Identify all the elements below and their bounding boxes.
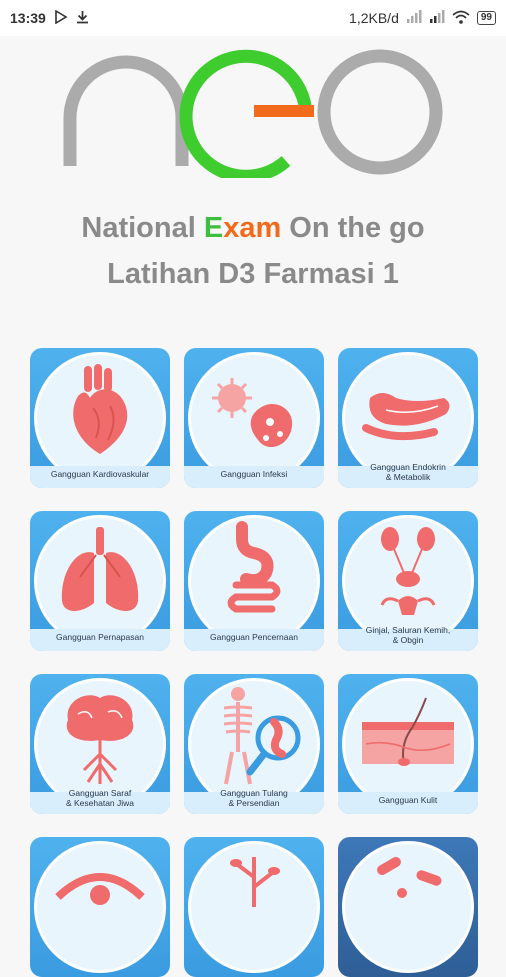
- category-tile-partial[interactable]: [338, 837, 478, 977]
- logo-text: neo: [58, 46, 60, 47]
- category-label: Gangguan Tulang & Persendian: [220, 788, 288, 808]
- signal-icon-2: [429, 10, 445, 26]
- category-label: Gangguan Endokrin & Metabolik: [370, 462, 446, 482]
- category-label: Gangguan Saraf & Kesehatan Jiwa: [65, 788, 135, 808]
- play-store-icon: [54, 9, 68, 27]
- category-tile-partial[interactable]: [184, 837, 324, 977]
- title-exam-e: E: [203, 212, 224, 244]
- category-tile[interactable]: Gangguan Pernapasan: [30, 511, 170, 651]
- status-time: 13:39: [10, 10, 46, 26]
- category-tile-partial[interactable]: [30, 837, 170, 977]
- battery-indicator: 99: [476, 11, 496, 25]
- category-tile[interactable]: Ginjal, Saluran Kemih, & Obgin: [338, 511, 478, 651]
- category-label: Gangguan Infeksi: [220, 469, 288, 479]
- download-icon: [76, 10, 89, 27]
- category-tile[interactable]: Gangguan Endokrin & Metabolik: [338, 348, 478, 488]
- category-tile[interactable]: Gangguan Kardiovaskular: [30, 348, 170, 488]
- title-part-national: National: [81, 212, 204, 244]
- category-label: Gangguan Kardiovaskular: [50, 469, 150, 479]
- category-tile[interactable]: Gangguan Tulang & Persendian: [184, 674, 324, 814]
- net-speed: 1,2KB/d: [349, 10, 399, 26]
- category-label: Gangguan Kulit: [378, 795, 438, 805]
- status-bar: 13:39 1,2KB/d 99: [0, 0, 506, 36]
- app-title: National Exam On the go: [0, 212, 506, 245]
- category-tile[interactable]: Gangguan Infeksi: [184, 348, 324, 488]
- category-tile[interactable]: Gangguan Pencernaan: [184, 511, 324, 651]
- category-label: Gangguan Pernapasan: [56, 632, 144, 642]
- neo-logo: neo: [58, 46, 443, 178]
- signal-icon: [406, 10, 422, 26]
- category-label: Ginjal, Saluran Kemih, & Obgin: [365, 625, 451, 645]
- title-part-onthego: On the go: [281, 212, 425, 244]
- wifi-icon: [452, 10, 470, 27]
- app-subtitle: Latihan D3 Farmasi 1: [107, 258, 399, 290]
- title-exam-rest: xam: [223, 212, 282, 244]
- category-tile[interactable]: Gangguan Kulit: [338, 674, 478, 814]
- category-label: Gangguan Pencernaan: [210, 632, 298, 642]
- category-tile[interactable]: Gangguan Saraf & Kesehatan Jiwa: [30, 674, 170, 814]
